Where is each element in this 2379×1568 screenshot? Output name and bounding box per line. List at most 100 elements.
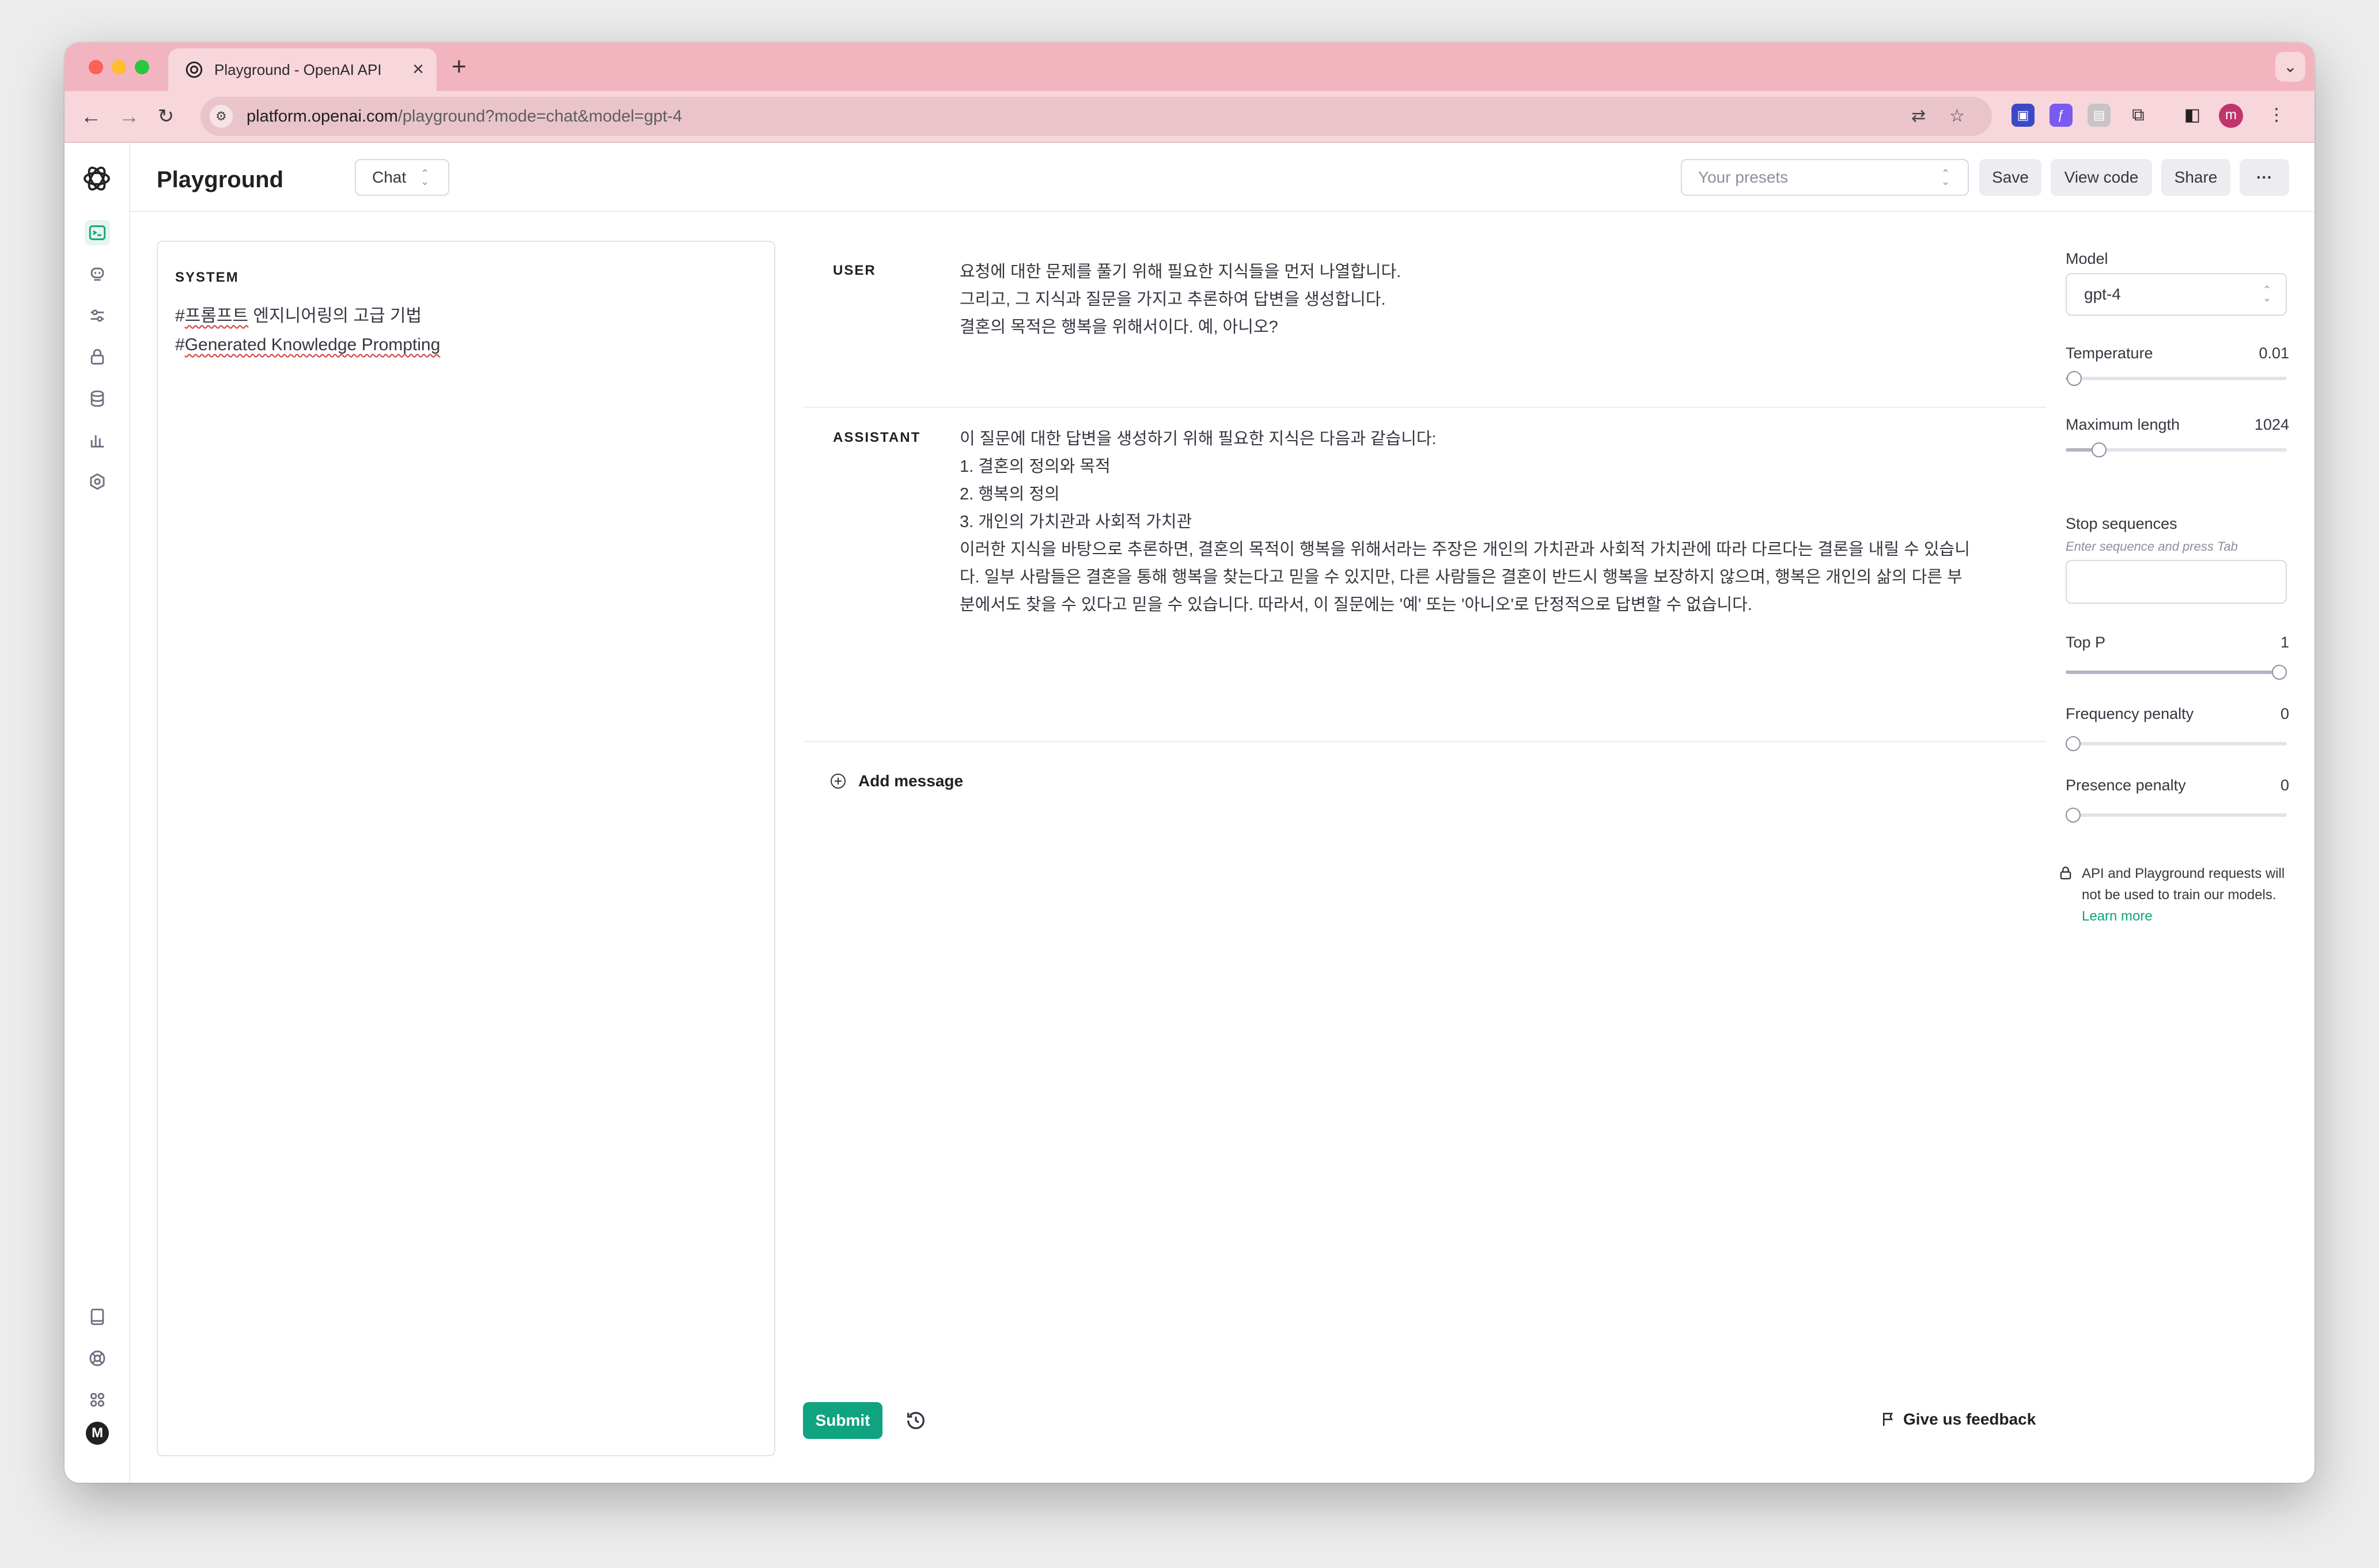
presence-penalty-slider[interactable] — [2066, 808, 2287, 823]
user-avatar[interactable]: M — [86, 1422, 109, 1445]
presets-placeholder: Your presets — [1698, 168, 1789, 186]
stop-sequences-label: Stop sequences — [2066, 515, 2177, 532]
maximum-length-slider[interactable] — [2066, 442, 2287, 457]
temperature-slider[interactable] — [2066, 371, 2287, 386]
extension-icon-2[interactable]: ƒ — [2050, 104, 2073, 127]
browser-menu-icon[interactable]: ⋮ — [2265, 104, 2288, 127]
zoom-window-button[interactable] — [135, 60, 149, 74]
frequency-penalty-label: Frequency penalty — [2066, 705, 2194, 722]
presets-select[interactable]: Your presets ⌃ ⌄ — [1681, 159, 1969, 196]
message-line: 결혼의 목적은 행복을 위해서이다. 예, 아니오? — [960, 318, 1278, 336]
message-line: 요청에 대한 문제를 풀기 위해 필요한 지식들을 먼저 나열합니다. — [960, 263, 1401, 281]
message-role[interactable]: ASSISTANT — [833, 430, 920, 446]
docs-book-icon[interactable] — [85, 1304, 110, 1330]
settings-panel: Model gpt-4 ⌃ ⌄ Temperature 0.01 Maximum … — [2060, 143, 2296, 1483]
add-message-button[interactable]: Add message — [831, 772, 963, 790]
side-panel-icon[interactable]: ◧ — [2181, 104, 2204, 127]
temperature-value[interactable]: 0.01 — [2259, 344, 2289, 362]
feedback-button[interactable]: Give us feedback — [1880, 1410, 2036, 1429]
lock-icon — [2060, 866, 2071, 880]
top-p-label: Top P — [2066, 634, 2106, 651]
history-icon[interactable] — [904, 1409, 927, 1432]
slider-fill — [2066, 671, 2279, 674]
apps-grid-icon[interactable] — [85, 1387, 110, 1412]
api-keys-lock-icon[interactable] — [85, 344, 110, 370]
playground-app: M Playground Chat ⌃ ⌄ Your presets ⌃ ⌄ Sav… — [65, 143, 2314, 1483]
message-line: 1. 결혼의 정의와 목적 — [960, 457, 1111, 476]
chevron-up-down-icon: ⌃ ⌄ — [2263, 284, 2272, 304]
add-message-label: Add message — [858, 772, 964, 790]
assistant-message[interactable]: ASSISTANT 이 질문에 대한 답변을 생성하기 위해 필요한 지식은 다… — [803, 408, 2046, 742]
extensions-puzzle-icon[interactable]: ⧉ — [2127, 104, 2150, 127]
left-nav: M — [65, 143, 130, 1483]
privacy-notice: API and Playground requests will not be … — [2082, 863, 2289, 927]
slider-thumb[interactable] — [2092, 442, 2107, 457]
fine-tuning-nav-icon[interactable] — [85, 303, 110, 328]
presence-penalty-value[interactable]: 0 — [2280, 777, 2289, 794]
maximum-length-value[interactable]: 1024 — [2255, 416, 2289, 434]
top-p-value[interactable]: 1 — [2280, 634, 2289, 652]
tab-search-chevron-icon[interactable]: ⌄ — [2275, 52, 2305, 82]
submit-button[interactable]: Submit — [803, 1402, 882, 1439]
translate-icon[interactable]: ⇄ — [1911, 106, 1926, 126]
message-content[interactable]: 요청에 대한 문제를 풀기 위해 필요한 지식들을 먼저 나열합니다. 그리고,… — [960, 258, 1973, 341]
profile-avatar[interactable]: m — [2219, 104, 2243, 128]
user-message[interactable]: USER 요청에 대한 문제를 풀기 위해 필요한 지식들을 먼저 나열합니다.… — [803, 241, 2046, 408]
mode-select-value: Chat — [372, 168, 407, 186]
stop-sequences-input[interactable] — [2066, 560, 2287, 604]
tab-strip: Playground - OpenAI API × + ⌄ — [65, 43, 2314, 91]
message-line: 그리고, 그 지식과 질문을 가지고 추론하여 답변을 생성합니다. — [960, 290, 1386, 309]
browser-toolbar: ← → ↻ ⚙ platform.openai.com/playground?m… — [65, 91, 2314, 143]
top-p-slider[interactable] — [2066, 665, 2287, 680]
reload-icon[interactable]: ↻ — [151, 101, 181, 131]
help-lifebuoy-icon[interactable] — [85, 1346, 110, 1371]
minimize-window-button[interactable] — [112, 60, 126, 74]
system-prompt-panel[interactable]: SYSTEM #프롬프트 엔지니어링의 고급 기법 #Generated Kno… — [157, 241, 775, 1456]
message-line: 이러한 지식을 바탕으로 추론하면, 결혼의 목적이 행복을 위해서라는 주장은… — [960, 540, 1970, 614]
extension-icon-1[interactable]: ▣ — [2011, 104, 2035, 127]
system-label: SYSTEM — [175, 270, 239, 285]
settings-gear-icon[interactable] — [85, 469, 110, 494]
message-role[interactable]: USER — [833, 263, 876, 279]
model-label: Model — [2066, 250, 2108, 267]
message-content[interactable]: 이 질문에 대한 답변을 생성하기 위해 필요한 지식은 다음과 같습니다: 1… — [960, 425, 1973, 619]
slider-thumb[interactable] — [2272, 665, 2287, 680]
back-icon[interactable]: ← — [76, 101, 106, 131]
browser-window: Playground - OpenAI API × + ⌄ ← → ↻ ⚙ pl… — [65, 43, 2314, 1483]
maximum-length-label: Maximum length — [2066, 416, 2180, 433]
message-line: 이 질문에 대한 답변을 생성하기 위해 필요한 지식은 다음과 같습니다: — [960, 430, 1437, 448]
mode-select[interactable]: Chat ⌃ ⌄ — [355, 159, 449, 196]
openai-logo-icon[interactable] — [81, 162, 113, 195]
slider-thumb[interactable] — [2067, 371, 2082, 386]
url-text[interactable]: platform.openai.com/playground?mode=chat… — [247, 107, 682, 126]
extension-icon-3[interactable]: ▤ — [2088, 104, 2111, 127]
assistants-nav-icon[interactable] — [85, 262, 110, 287]
tab-title: Playground - OpenAI API — [214, 61, 382, 78]
chevron-up-down-icon: ⌃ ⌄ — [421, 168, 430, 187]
feedback-label: Give us feedback — [1903, 1410, 2036, 1428]
learn-more-link[interactable]: Learn more — [2082, 908, 2153, 924]
address-bar[interactable]: ⚙ platform.openai.com/playground?mode=ch… — [200, 97, 1992, 136]
model-select-value: gpt-4 — [2084, 285, 2121, 303]
openai-logo-icon — [185, 61, 203, 78]
temperature-label: Temperature — [2066, 344, 2153, 362]
chevron-up-down-icon: ⌃ ⌄ — [1941, 168, 1950, 187]
system-prompt-text[interactable]: #프롬프트 엔지니어링의 고급 기법 #Generated Knowledge … — [175, 302, 440, 359]
message-line: 3. 개인의 가치관과 사회적 가치관 — [960, 513, 1192, 531]
site-settings-icon[interactable]: ⚙ — [210, 105, 233, 128]
bookmark-star-icon[interactable]: ☆ — [1949, 106, 1965, 126]
frequency-penalty-slider[interactable] — [2066, 736, 2287, 751]
frequency-penalty-value[interactable]: 0 — [2280, 705, 2289, 723]
slider-thumb[interactable] — [2066, 808, 2081, 823]
close-window-button[interactable] — [89, 60, 103, 74]
storage-database-icon[interactable] — [85, 386, 110, 411]
save-button[interactable]: Save — [1979, 159, 2041, 196]
playground-nav-icon[interactable] — [85, 220, 110, 245]
browser-tab[interactable]: Playground - OpenAI API × — [168, 48, 437, 91]
usage-chart-icon[interactable] — [85, 427, 110, 453]
model-select[interactable]: gpt-4 ⌃ ⌄ — [2066, 273, 2287, 316]
slider-thumb[interactable] — [2066, 736, 2081, 751]
new-tab-icon[interactable]: + — [452, 52, 467, 82]
forward-icon[interactable]: → — [114, 101, 144, 131]
tab-close-icon[interactable]: × — [412, 56, 424, 82]
